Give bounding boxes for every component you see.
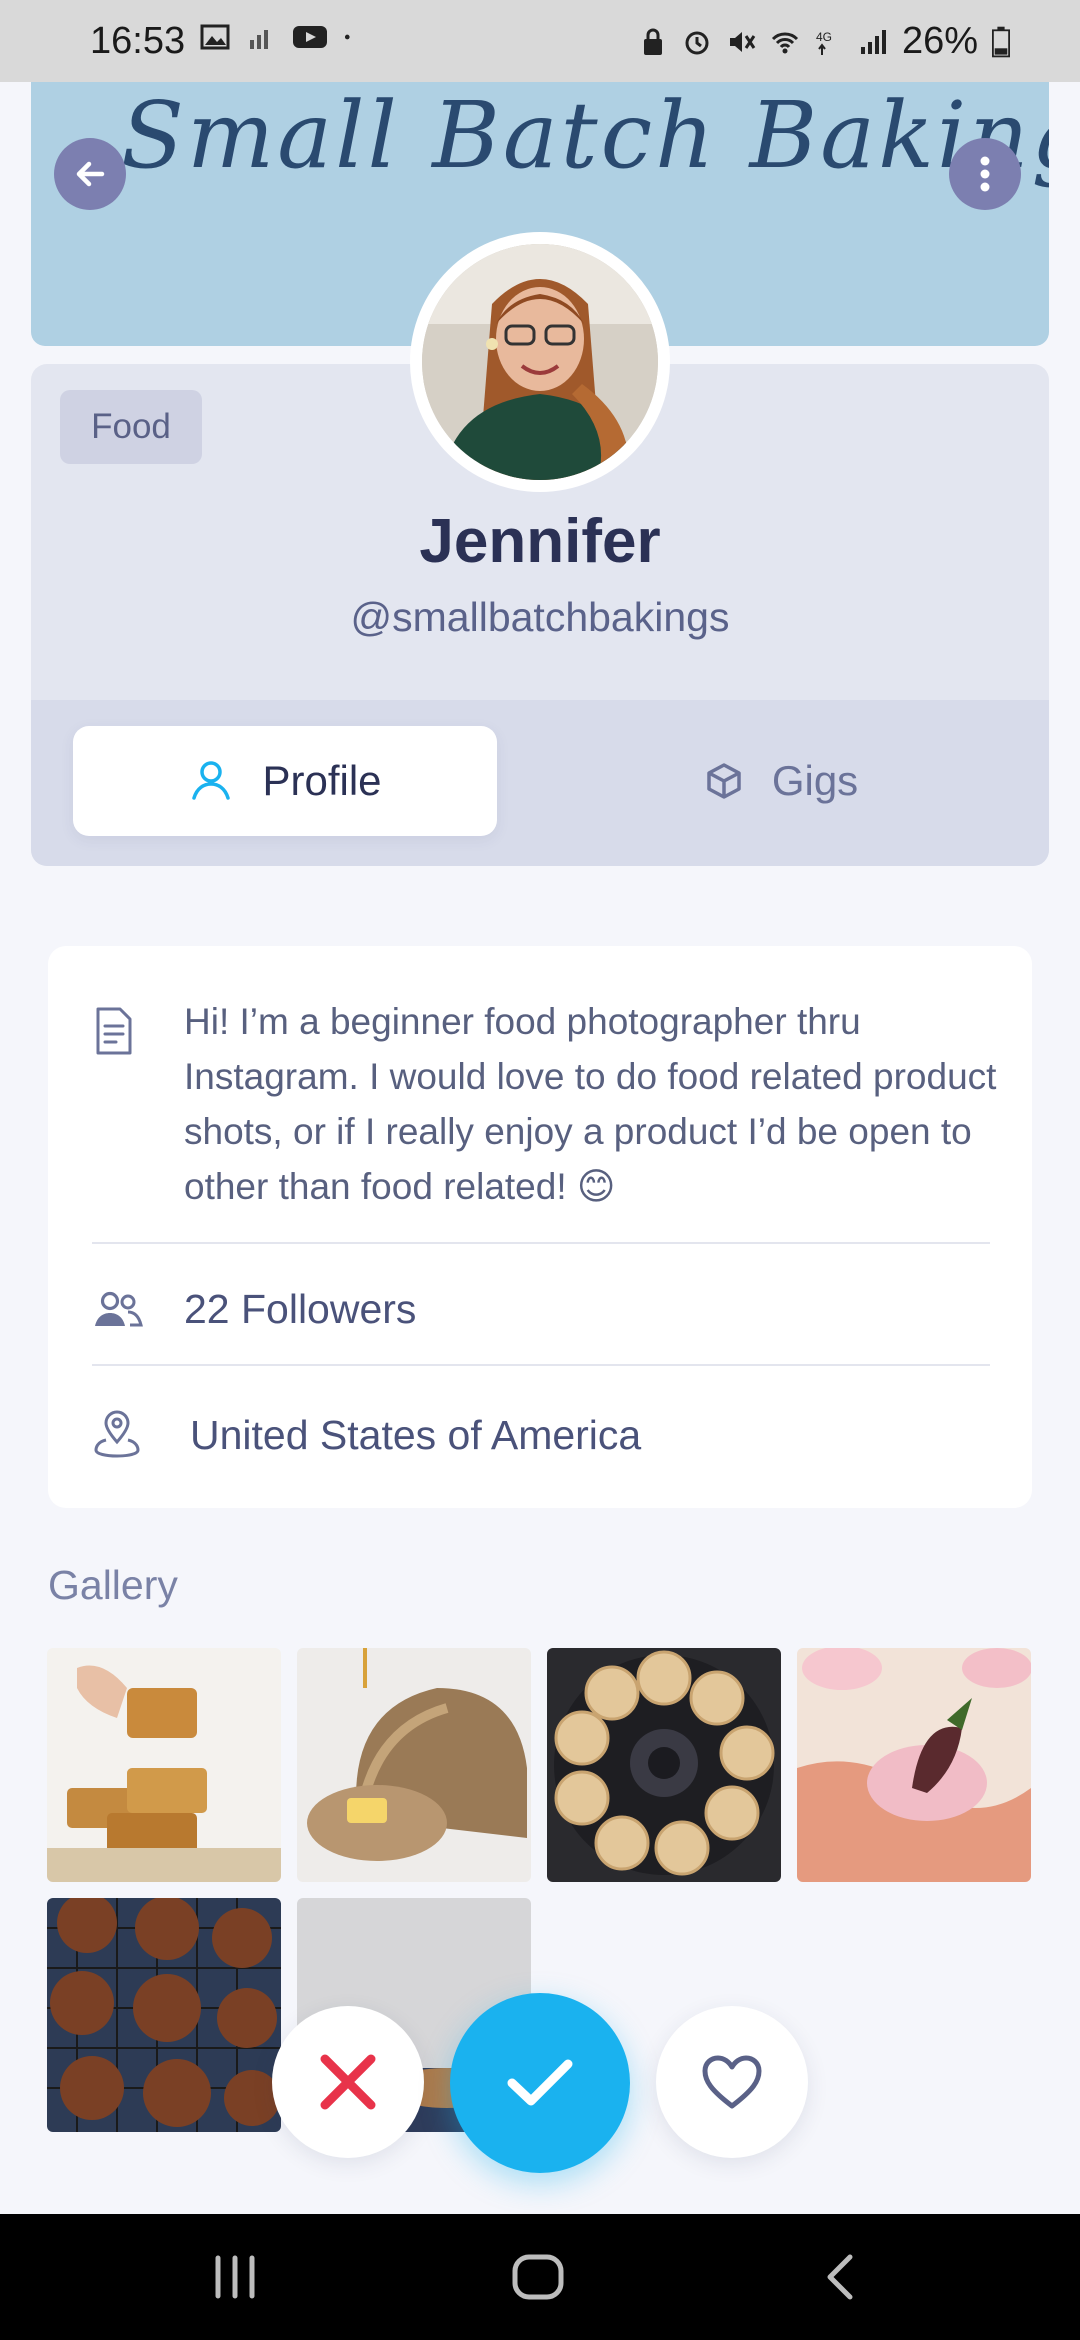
accept-button[interactable] [450,1993,630,2173]
lock-icon [643,28,662,55]
gallery-image-bread[interactable] [297,1648,531,1882]
cube-icon [707,763,741,799]
document-icon [96,1007,132,1055]
divider [92,1364,990,1366]
system-nav-bar [0,2214,1080,2340]
tab-profile[interactable]: Profile [73,726,497,836]
user-icon [192,761,231,800]
gallery-image-blondies[interactable] [47,1648,281,1882]
recent-apps-icon[interactable] [212,2252,258,2302]
bio-text: Hi! I’m a beginner food photographer thr… [184,1001,997,1207]
back-arrow-icon [76,161,105,187]
gallery-title: Gallery [48,1562,178,1608]
check-icon [507,2059,573,2106]
status-bar: 16:53 4G 26% [0,0,1080,82]
home-icon[interactable] [510,2252,566,2302]
battery-icon [992,26,1010,57]
followers-count: 22 Followers [184,1286,417,1332]
cell-signal-icon [860,29,886,54]
more-icon [980,156,990,192]
favorite-button[interactable] [656,2006,808,2158]
signal-icon [250,30,268,49]
gallery-image-cookies[interactable] [47,1898,281,2132]
user-handle: @smallbatchbakings [350,594,730,640]
profile-tabs: Profile Gigs [31,700,1049,866]
tab-gigs-label: Gigs [771,757,859,804]
battery-percent: 26% [901,20,978,62]
back-button[interactable] [54,138,126,210]
avatar-photo [422,244,658,480]
divider [92,1242,990,1244]
tab-gigs[interactable]: Gigs [591,726,971,836]
gallery-image-cupcakes[interactable] [797,1648,1031,1882]
tab-profile-label: Profile [262,757,382,804]
status-time: 16:53 [90,20,186,62]
signal-4g-icon: 4G [816,30,832,55]
location-text: United States of America [190,1412,642,1458]
close-icon [320,2054,376,2110]
user-name: Jennifer [419,507,661,576]
users-icon [95,1291,143,1327]
gallery-icon [200,24,230,50]
mute-icon [729,31,756,52]
avatar [410,232,670,492]
alarm-icon [685,31,709,54]
banner-title: Small Batch Bakings [121,82,1049,189]
svg-text:4G: 4G [816,30,832,44]
gallery-image-monkey-bread[interactable] [547,1648,781,1882]
dot-icon [344,34,350,40]
reject-button[interactable] [272,2006,424,2158]
location-pin-icon [94,1410,140,1458]
back-nav-icon[interactable] [820,2252,860,2302]
youtube-icon [293,26,327,48]
about-card: Hi! I’m a beginner food photographer thr… [48,946,1032,1508]
heart-icon [702,2055,762,2109]
wifi-icon [771,32,798,53]
category-tag: Food [60,390,202,464]
more-options-button[interactable] [949,138,1021,210]
